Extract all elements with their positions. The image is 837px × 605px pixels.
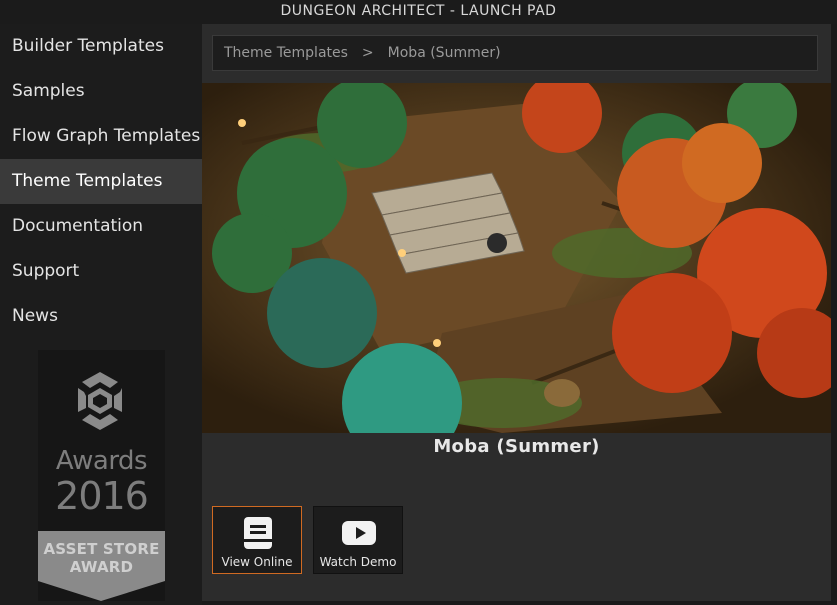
award-banner-line2: AWARD (69, 558, 134, 576)
view-online-label: View Online (221, 555, 293, 569)
window-edge (831, 24, 837, 605)
main-panel: Theme Templates > Moba (Summer) Moba (Su… (202, 24, 831, 601)
unity-logo-icon (78, 372, 122, 430)
asset-store-award-badge: Awards 2016 ASSET STORE AWARD (38, 350, 165, 601)
sidebar-item-builder-templates[interactable]: Builder Templates (0, 24, 202, 69)
window-title: DUNGEON ARCHITECT - LAUNCH PAD (0, 0, 837, 24)
watch-demo-label: Watch Demo (319, 555, 397, 569)
breadcrumb: Theme Templates > Moba (Summer) (212, 35, 818, 71)
breadcrumb-separator: > (361, 45, 374, 61)
sidebar-item-flow-graph-templates[interactable]: Flow Graph Templates (0, 114, 202, 159)
sidebar-item-documentation[interactable]: Documentation (0, 204, 202, 249)
sidebar-item-news[interactable]: News (0, 294, 202, 339)
sidebar: Builder Templates Samples Flow Graph Tem… (0, 24, 202, 605)
sidebar-item-samples[interactable]: Samples (0, 69, 202, 114)
award-title: Awards (55, 446, 148, 476)
breadcrumb-current: Moba (Summer) (387, 45, 501, 61)
theme-preview-image (202, 83, 831, 433)
award-year: 2016 (55, 474, 149, 518)
sidebar-item-theme-templates[interactable]: Theme Templates (0, 159, 202, 204)
breadcrumb-root[interactable]: Theme Templates (224, 36, 348, 70)
youtube-play-icon (342, 521, 376, 545)
template-title: Moba (Summer) (433, 436, 600, 457)
document-icon (244, 517, 272, 549)
award-banner-line1: ASSET STORE (43, 540, 160, 558)
view-online-button[interactable]: View Online (212, 506, 302, 574)
watch-demo-button[interactable]: Watch Demo (313, 506, 403, 574)
sidebar-item-support[interactable]: Support (0, 249, 202, 294)
